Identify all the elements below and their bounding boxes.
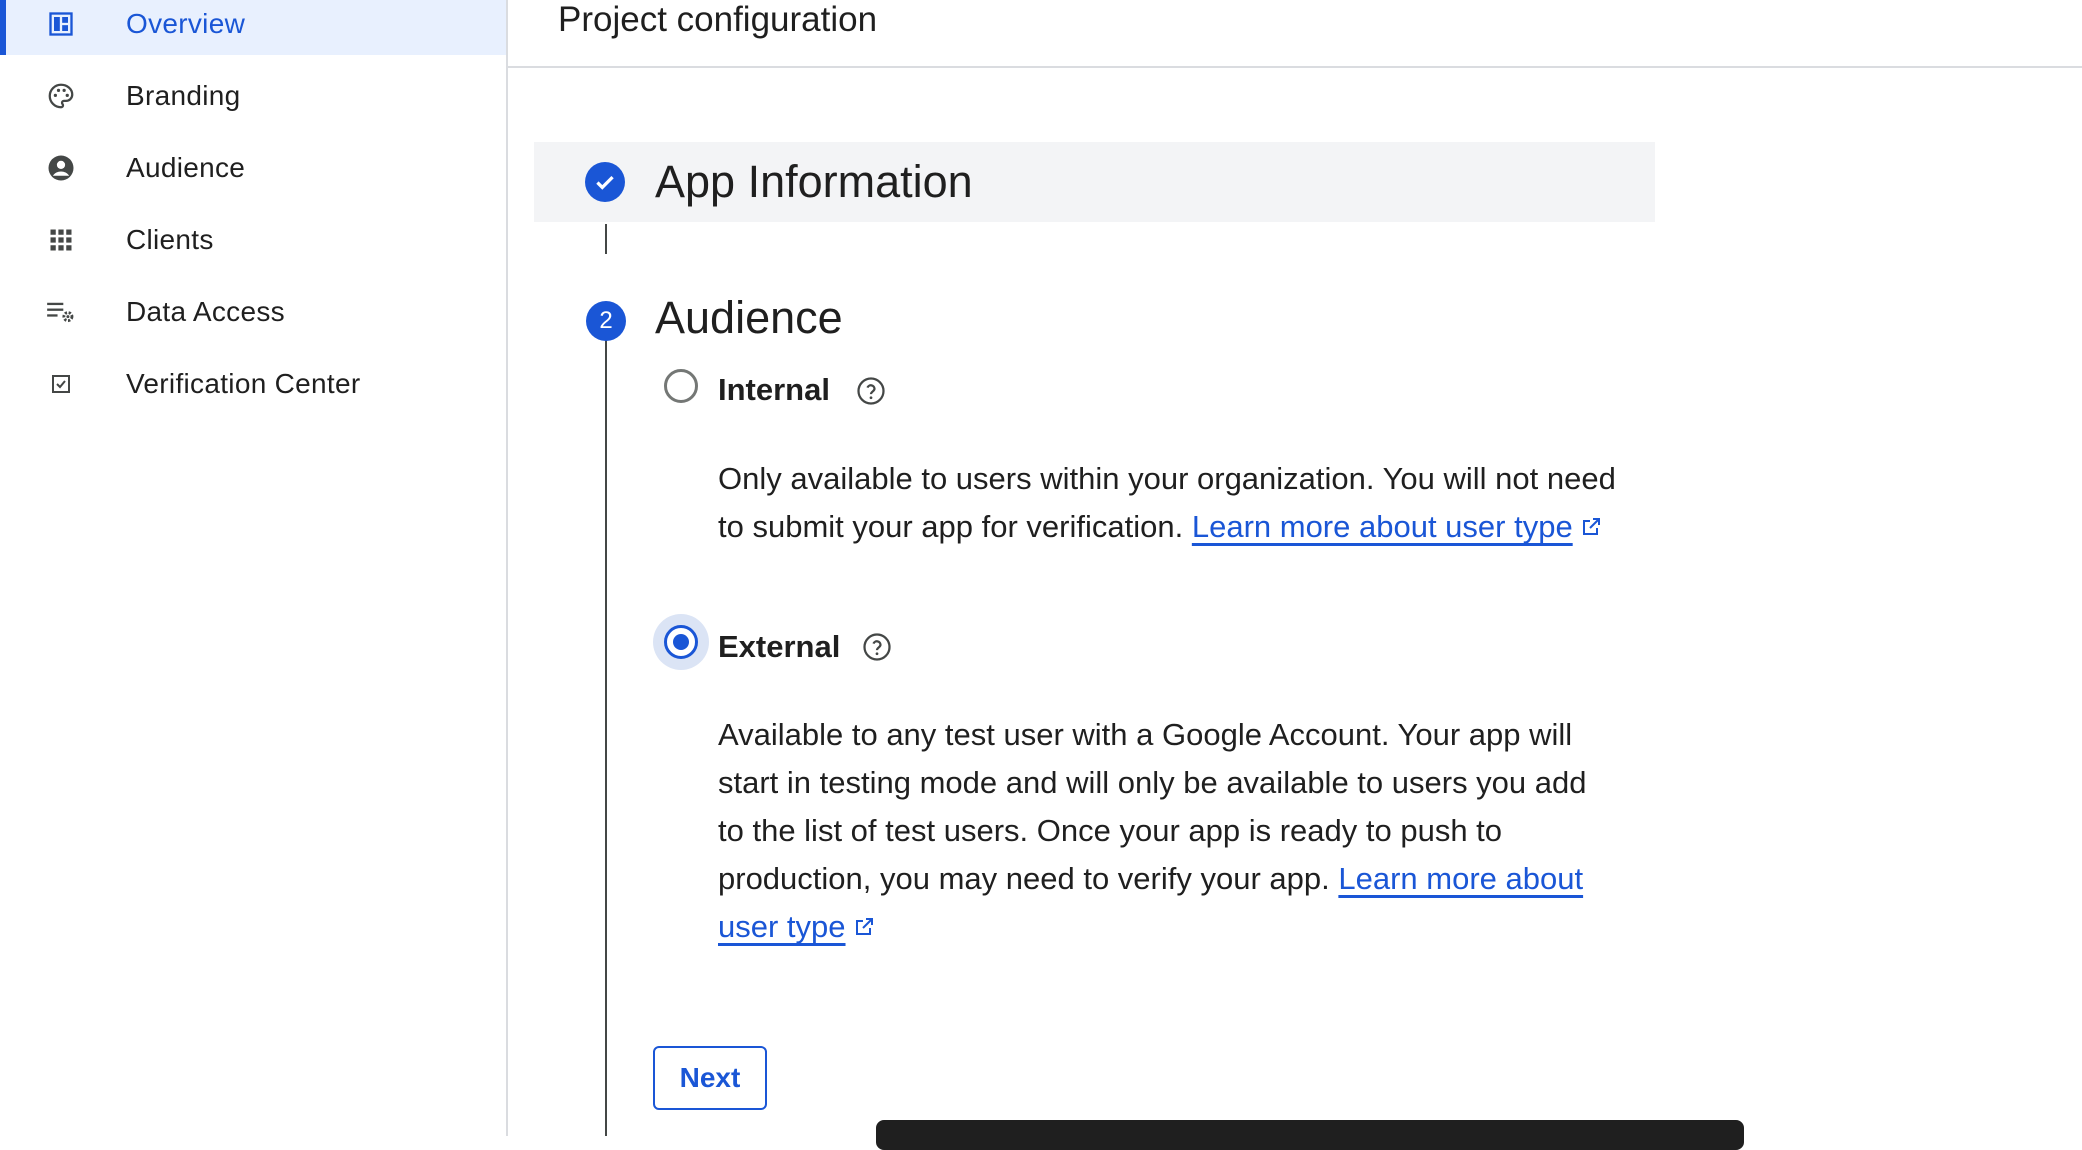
sidebar-item-data-access[interactable]: Data Access (0, 281, 506, 343)
apps-grid-icon (46, 225, 76, 255)
help-icon[interactable] (856, 376, 886, 406)
snackbar (876, 1120, 1744, 1150)
palette-icon (46, 81, 76, 111)
page-title: Project configuration (558, 0, 878, 39)
sidebar-item-label: Audience (126, 152, 246, 183)
list-settings-icon (46, 297, 76, 327)
check-circle-icon (585, 162, 625, 202)
external-link-icon (1579, 505, 1603, 535)
step-title: App Information (655, 156, 973, 207)
sidebar-item-clients[interactable]: Clients (0, 209, 506, 271)
account-circle-icon (46, 153, 76, 183)
step-connector (605, 340, 607, 1136)
internal-description: Only available to users within your orga… (718, 455, 1618, 551)
sidebar-nav: Overview Branding Audience Clients Data … (0, 0, 508, 1136)
sidebar-item-verification-center[interactable]: Verification Center (0, 353, 506, 415)
sidebar-item-label: Clients (126, 224, 214, 255)
learn-more-link[interactable]: Learn more about user type (1192, 509, 1603, 544)
sidebar-item-label: Overview (126, 8, 246, 39)
external-radio[interactable] (664, 625, 698, 659)
sidebar-item-branding[interactable]: Branding (0, 65, 506, 127)
internal-radio[interactable] (664, 369, 698, 403)
internal-option-label[interactable]: Internal (718, 372, 830, 408)
step-app-information[interactable]: App Information (534, 142, 1655, 222)
checkbox-icon (46, 369, 76, 399)
next-button[interactable]: Next (653, 1046, 767, 1110)
link-text: Learn more about user type (1191, 509, 1573, 544)
sidebar-item-overview[interactable]: Overview (0, 0, 506, 55)
step-number-badge: 2 (586, 301, 626, 341)
external-option-label[interactable]: External (718, 629, 840, 665)
dashboard-icon (46, 9, 76, 39)
external-description: Available to any test user with a Google… (718, 711, 1618, 951)
help-icon[interactable] (862, 632, 892, 662)
sidebar-item-audience[interactable]: Audience (0, 137, 506, 199)
sidebar-item-label: Branding (126, 80, 241, 111)
step-title: Audience (655, 292, 843, 343)
external-link-icon (852, 905, 876, 935)
step-connector (605, 224, 607, 254)
sidebar-item-label: Verification Center (126, 368, 361, 399)
page-header: Project configuration (508, 0, 2082, 68)
radio-selected-dot (673, 634, 689, 650)
sidebar-item-label: Data Access (126, 296, 285, 327)
